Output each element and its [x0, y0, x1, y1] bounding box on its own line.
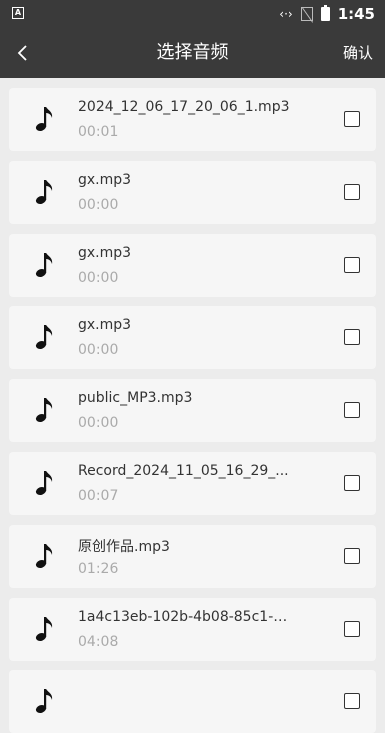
select-checkbox[interactable]	[344, 402, 360, 419]
file-name: 原创作品.mp3	[78, 538, 170, 555]
clock: 1:45	[337, 5, 375, 23]
music-note-icon	[35, 252, 53, 277]
file-duration: 00:00	[78, 196, 119, 213]
app-bar: 选择音频 确认	[0, 28, 385, 78]
select-checkbox[interactable]	[344, 620, 360, 637]
file-duration: 00:00	[78, 269, 119, 286]
music-note-icon	[35, 616, 53, 641]
file-duration: 00:07	[78, 488, 119, 504]
audio-list-item[interactable]: 原创作品.mp3 01:26	[9, 524, 376, 588]
audio-list-item[interactable]	[9, 670, 376, 733]
status-icons: ‹·› 1:45	[279, 4, 375, 24]
audio-list-item[interactable]: Record_2024_11_05_16_29_... 00:07	[9, 452, 376, 515]
file-duration: 00:00	[78, 342, 119, 359]
audio-list-item[interactable]: gx.mp3 00:00	[9, 306, 376, 370]
file-name: gx.mp3	[78, 171, 132, 188]
no-sim-icon	[300, 7, 313, 21]
audio-list-item[interactable]: public_MP3.mp3 00:00	[9, 379, 376, 443]
music-note-icon	[35, 107, 53, 131]
music-note-icon	[35, 325, 53, 350]
page-title: 选择音频	[156, 42, 229, 63]
file-duration: 04:08	[78, 633, 119, 650]
app-notification-icon: A	[12, 7, 24, 19]
select-checkbox[interactable]	[344, 693, 360, 710]
file-name: Record_2024_11_05_16_29_...	[78, 463, 289, 479]
select-checkbox[interactable]	[344, 475, 360, 491]
battery-charging-icon	[320, 5, 330, 21]
music-note-icon	[35, 471, 53, 495]
status-bar: A ‹·› 1:45	[0, 0, 385, 28]
confirm-button[interactable]: 确认	[343, 28, 373, 78]
select-checkbox[interactable]	[344, 111, 360, 127]
file-name: 2024_12_06_17_20_06_1.mp3	[78, 99, 290, 115]
music-note-icon	[35, 689, 53, 714]
select-checkbox[interactable]	[344, 547, 360, 564]
file-name: gx.mp3	[78, 244, 132, 261]
music-note-icon	[35, 179, 53, 204]
file-name: gx.mp3	[78, 317, 132, 334]
file-duration: 00:01	[78, 124, 119, 140]
music-note-icon	[35, 398, 53, 423]
audio-list-item[interactable]: gx.mp3 00:00	[9, 160, 376, 224]
select-checkbox[interactable]	[344, 329, 360, 346]
file-name: public_MP3.mp3	[78, 390, 193, 407]
select-checkbox[interactable]	[344, 256, 360, 273]
audio-list-item[interactable]: 1a4c13eb-102b-4b08-85c1-8... 04:08	[9, 597, 376, 661]
file-duration: 00:00	[78, 415, 119, 432]
music-note-icon	[35, 543, 53, 568]
audio-list-item[interactable]: 2024_12_06_17_20_06_1.mp3 00:01	[9, 88, 376, 151]
audio-list-item[interactable]: gx.mp3 00:00	[9, 233, 376, 297]
file-duration: 01:26	[78, 560, 119, 577]
select-checkbox[interactable]	[344, 183, 360, 200]
code-icon: ‹·›	[279, 7, 293, 21]
file-name: 1a4c13eb-102b-4b08-85c1-8...	[78, 608, 293, 625]
